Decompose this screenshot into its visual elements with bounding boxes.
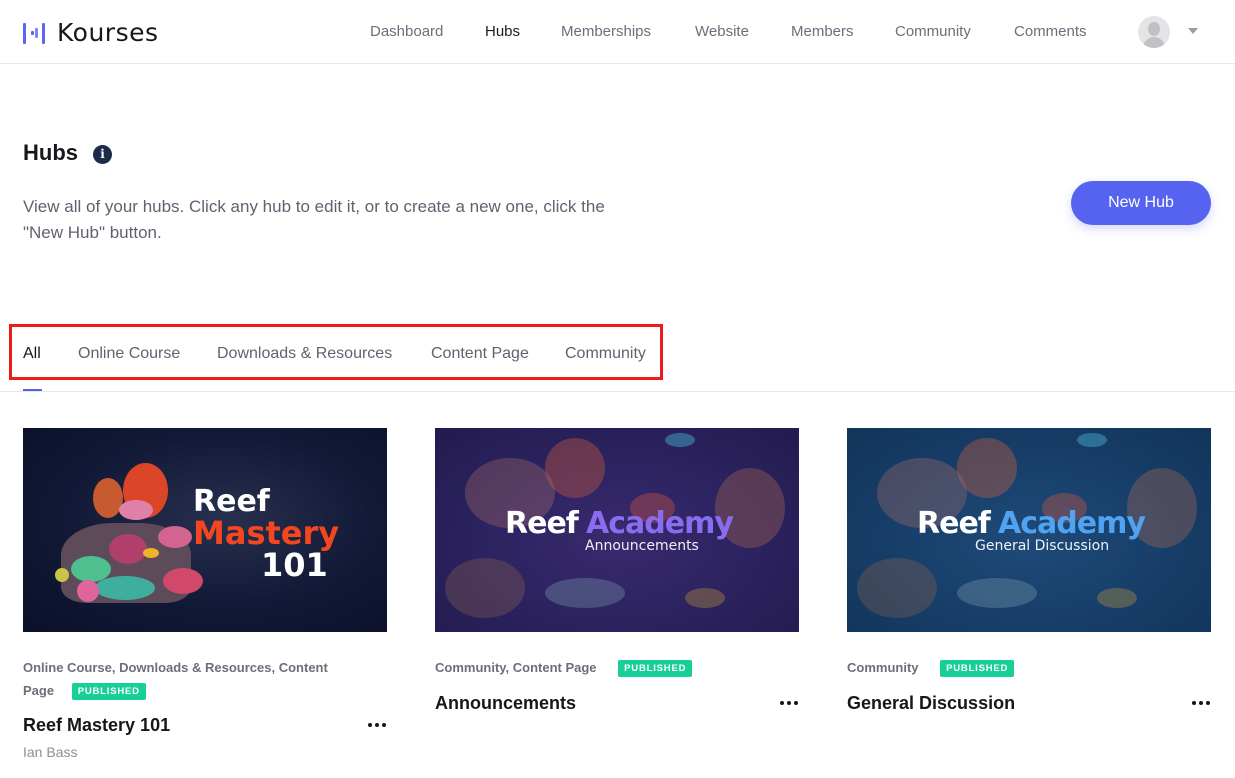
hub-title[interactable]: General Discussion [847,693,1015,714]
status-badge: PUBLISHED [618,660,693,678]
thumbnail-word1: Reef [917,506,991,541]
info-icon[interactable]: i [93,145,112,164]
tab-all[interactable]: All [23,345,41,363]
hub-types: Community PUBLISHED [847,656,1187,679]
hub-types-text-cont: Page [23,683,55,698]
thumbnail-word2: Academy [998,506,1146,541]
tabs-divider [0,391,1235,392]
thumbnail-word1: Reef [505,506,579,541]
kourses-logo-icon [23,20,45,46]
hub-thumbnail[interactable]: Reef Academy Announcements [435,428,799,632]
thumbnail-subtitle: Announcements [585,538,699,554]
tab-community[interactable]: Community [565,345,646,363]
hub-author: Ian Bass [23,744,78,760]
hub-types-text: Community [847,660,919,675]
hub-types-text: Online Course, Downloads & Resources, Co… [23,660,328,675]
nav-website[interactable]: Website [695,23,749,40]
hub-thumbnail[interactable]: Reef Mastery 101 [23,428,387,632]
tab-downloads-resources[interactable]: Downloads & Resources [217,345,392,363]
page-title: Hubs [23,140,78,165]
brand-name: Kourses [57,18,159,47]
nav-members[interactable]: Members [791,23,854,40]
tab-content-page[interactable]: Content Page [431,345,529,363]
more-options-icon[interactable] [1189,695,1213,711]
caret-down-icon[interactable] [1188,28,1198,34]
top-navbar: Kourses Dashboard Hubs Memberships Websi… [0,0,1235,64]
hub-types-text: Community, Content Page [435,660,597,675]
status-badge: PUBLISHED [71,683,146,701]
thumbnail-word2: Academy [586,506,734,541]
more-options-icon[interactable] [365,717,389,733]
brand-logo[interactable]: Kourses [23,18,159,47]
nav-memberships[interactable]: Memberships [561,23,651,40]
hub-types: Online Course, Downloads & Resources, Co… [23,656,363,702]
page-description: View all of your hubs. Click any hub to … [23,197,605,242]
nav-hubs[interactable]: Hubs [485,23,520,40]
user-avatar-icon[interactable] [1138,16,1170,48]
hub-thumbnail[interactable]: Reef Academy General Discussion [847,428,1211,632]
thumbnail-title-line3: 101 [261,546,328,584]
hub-card[interactable]: Reef Academy Announcements Community, Co… [435,428,799,713]
thumbnail-subtitle: General Discussion [975,538,1110,554]
new-hub-button[interactable]: New Hub [1071,181,1211,225]
hub-title[interactable]: Reef Mastery 101 [23,715,170,736]
nav-dashboard[interactable]: Dashboard [370,23,443,40]
hub-types: Community, Content Page PUBLISHED [435,656,775,679]
nav-comments[interactable]: Comments [1014,23,1087,40]
more-options-icon[interactable] [777,695,801,711]
nav-community[interactable]: Community [895,23,971,40]
hub-title[interactable]: Announcements [435,693,576,714]
hub-card[interactable]: Reef Mastery 101 Online Course, Download… [23,428,387,760]
status-badge: PUBLISHED [940,660,1015,678]
hub-card[interactable]: Reef Academy General Discussion Communit… [847,428,1211,713]
tab-online-course[interactable]: Online Course [78,345,180,363]
